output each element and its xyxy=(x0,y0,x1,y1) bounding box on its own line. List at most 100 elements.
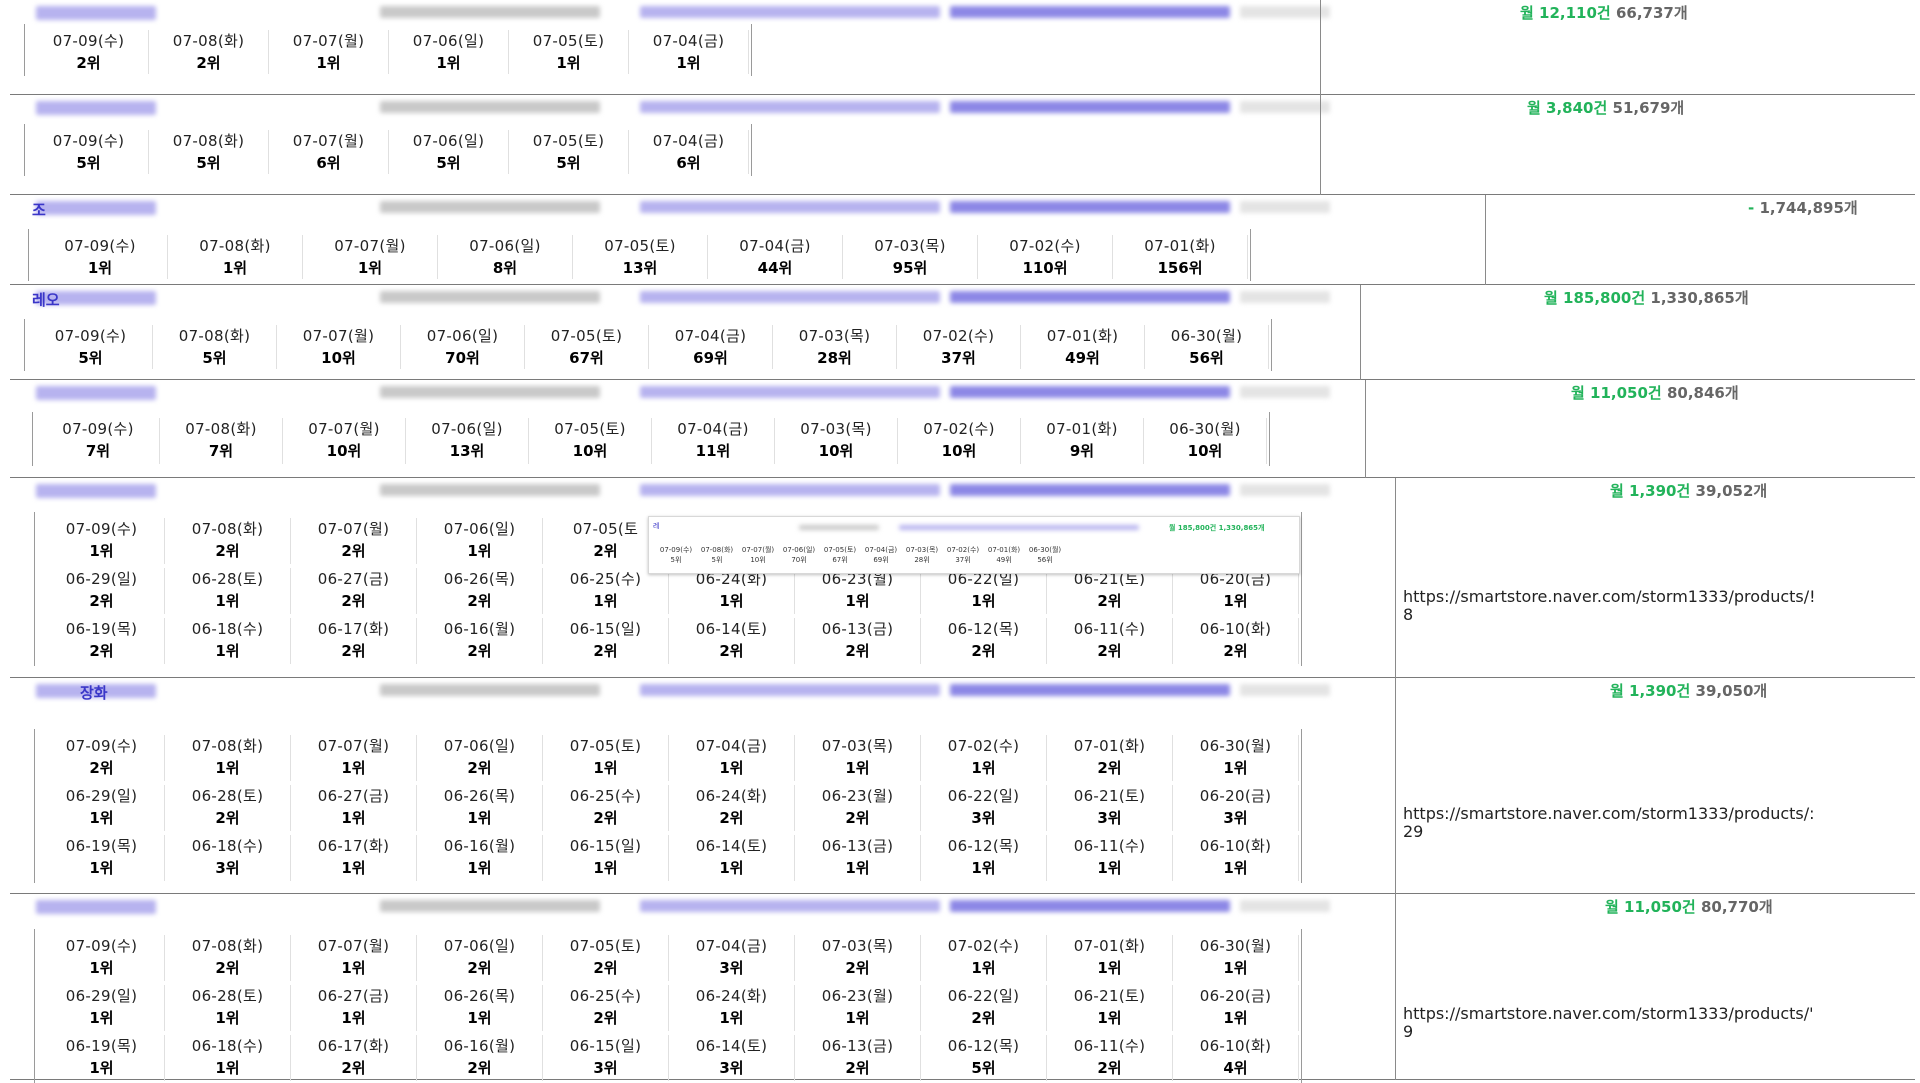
rank-grid: 07-09(수) 2위 07-08(화) 2위 07-07(월) 1위 07-06(일) 1위… xyxy=(24,24,752,76)
rank-cell: 07-09(수) 1위 xyxy=(39,935,165,981)
product-url-link[interactable]: https://smartstore.naver.com/storm1333/p… xyxy=(1403,1005,1814,1041)
rank-date: 07-04(금) xyxy=(739,237,811,255)
rank-cell: 06-22(일) 3위 xyxy=(921,785,1047,831)
rank-value: 2위 xyxy=(341,592,366,610)
rank-date: 07-08(화) xyxy=(191,737,264,755)
rank-cell: 06-17(화) 2위 xyxy=(291,1035,417,1081)
rank-value: 5위 xyxy=(971,1059,996,1077)
rank-date: 06-29(일) xyxy=(65,987,138,1005)
redacted-block xyxy=(1240,484,1330,496)
rank-cell: 07-05(토) 67위 xyxy=(525,325,649,369)
rank-grid: 07-09(수) 7위 07-08(화) 7위 07-07(월) 10위 07-06(일) 1… xyxy=(32,412,1270,466)
redacted-block xyxy=(1240,6,1330,18)
keyword-stats: 월 1,390건 39,052개 xyxy=(1610,480,1767,501)
rank-cell: 07-07(월) 1위 xyxy=(291,935,417,981)
rank-cell: 06-25(수) 2위 xyxy=(543,785,669,831)
redacted-block xyxy=(36,6,156,20)
rank-date: 07-09(수) xyxy=(52,32,125,50)
product-url-link[interactable]: https://smartstore.naver.com/storm1333/p… xyxy=(1403,588,1816,624)
popup-rank-cell: 06-30(월) 56위 xyxy=(1024,545,1066,565)
rank-cell: 06-30(월) 56위 xyxy=(1145,325,1269,369)
rank-value: 5위 xyxy=(436,154,461,172)
rank-date: 06-18(수) xyxy=(191,837,264,855)
rank-cell: 07-01(화) 1위 xyxy=(1047,935,1173,981)
rank-cell: 06-28(토) 2위 xyxy=(165,785,291,831)
redacted-block xyxy=(640,484,940,496)
rank-grid: 07-09(수) 5위 07-08(화) 5위 07-07(월) 10위 07-06(일) 7… xyxy=(24,319,1272,371)
rank-cell: 07-02(수) 37위 xyxy=(897,325,1021,369)
rank-date: 07-08(화) xyxy=(172,32,245,50)
rank-cell: 06-19(목) 1위 xyxy=(39,1035,165,1081)
rank-cell: 07-09(수) 2위 xyxy=(39,735,165,781)
rank-date: 06-20(금) xyxy=(1199,987,1272,1005)
rank-cell: 06-21(토) 1위 xyxy=(1047,985,1173,1031)
rank-date: 06-12(목) xyxy=(947,1037,1020,1055)
rank-date: 06-15(일) xyxy=(569,837,642,855)
product-url-link[interactable]: https://smartstore.naver.com/storm1333/p… xyxy=(1403,805,1815,841)
rank-date: 06-16(월) xyxy=(443,837,516,855)
rank-value: 1위 xyxy=(676,54,701,72)
rank-value: 7위 xyxy=(85,442,111,460)
popup-rank-date: 07-06(일) xyxy=(782,546,816,554)
rank-date: 06-10(화) xyxy=(1199,620,1272,638)
rank-value: 9위 xyxy=(1069,442,1095,460)
popup-product-name: 레 xyxy=(653,522,660,530)
redacted-block xyxy=(36,101,156,115)
rank-value: 1위 xyxy=(719,859,744,877)
rank-value: 2위 xyxy=(215,959,240,977)
redacted-block xyxy=(640,101,940,113)
rank-cell: 06-24(화) 2위 xyxy=(669,785,795,831)
rank-date: 06-24(화) xyxy=(695,787,768,805)
rank-date: 06-21(토) xyxy=(1073,787,1146,805)
rank-cell: 06-13(금) 2위 xyxy=(795,1035,921,1081)
redacted-block xyxy=(640,900,940,912)
keyword-stats: 월 12,110건 66,737개 xyxy=(1520,2,1688,23)
rank-value: 2위 xyxy=(76,54,101,72)
popup-rank-cell: 07-05(토) 67위 xyxy=(819,545,861,565)
rank-value: 1위 xyxy=(1097,1009,1122,1027)
rank-cell: 06-14(토) 1위 xyxy=(669,835,795,881)
rank-cell: 07-04(금) 1위 xyxy=(669,735,795,781)
rank-date: 07-03(목) xyxy=(874,237,946,255)
redacted-block xyxy=(380,386,600,398)
rank-value: 2위 xyxy=(215,809,240,827)
rank-value: 1위 xyxy=(89,809,114,827)
rank-date: 07-05(토) xyxy=(532,32,605,50)
product-section: 레오 월 185,800건 1,330,865개 07-09(수) 5위 07-08(화… xyxy=(10,285,1915,380)
popup-rank-date: 07-08(화) xyxy=(700,546,734,554)
rank-date: 07-08(화) xyxy=(191,937,264,955)
product-name-label: 레오 xyxy=(32,291,60,309)
rank-value: 2위 xyxy=(1097,592,1122,610)
rank-cell: 06-29(일) 1위 xyxy=(39,985,165,1031)
rank-cell: 06-26(목) 1위 xyxy=(417,985,543,1031)
rank-value: 2위 xyxy=(467,759,492,777)
rank-value: 3위 xyxy=(719,959,744,977)
rank-cell: 06-19(목) 1위 xyxy=(39,835,165,881)
rank-value: 1위 xyxy=(1223,859,1248,877)
rank-date: 07-04(금) xyxy=(695,737,768,755)
monthly-search-count: 월 3,840건 xyxy=(1527,99,1608,117)
product-section: 월 1,390건 39,052개 07-09(수) 1위 07-08(화) 2위 07-0… xyxy=(10,478,1915,678)
rank-value: 10위 xyxy=(1187,442,1223,460)
rank-cell: 06-29(일) 1위 xyxy=(39,785,165,831)
rank-date: 07-04(금) xyxy=(652,132,725,150)
rank-cell: 06-30(월) 1위 xyxy=(1173,935,1299,981)
keyword-stats: 월 11,050건 80,770개 xyxy=(1605,896,1773,917)
rank-cell: 07-04(금) 11위 xyxy=(652,418,775,464)
rank-value: 1위 xyxy=(971,959,996,977)
rank-grid: 07-09(수) 1위 07-08(화) 1위 07-07(월) 1위 07-06(일) 8위… xyxy=(28,229,1251,281)
rank-value: 1위 xyxy=(89,542,114,560)
rank-value: 5위 xyxy=(556,154,581,172)
rank-value: 1위 xyxy=(341,759,366,777)
rank-value: 10위 xyxy=(941,442,977,460)
redacted-block xyxy=(1240,900,1330,912)
rank-value: 1위 xyxy=(845,1009,870,1027)
column-divider xyxy=(1395,894,1396,1080)
rank-cell: 07-04(금) 69위 xyxy=(649,325,773,369)
redacted-block xyxy=(950,201,1230,213)
rank-cell: 06-19(목) 2위 xyxy=(39,618,165,664)
rank-value: 11위 xyxy=(695,442,731,460)
product-count: 80,846개 xyxy=(1666,384,1739,402)
rank-cell: 06-28(토) 1위 xyxy=(165,568,291,614)
product-section: 월 12,110건 66,737개 07-09(수) 2위 07-08(화) 2위 07-… xyxy=(10,0,1915,95)
